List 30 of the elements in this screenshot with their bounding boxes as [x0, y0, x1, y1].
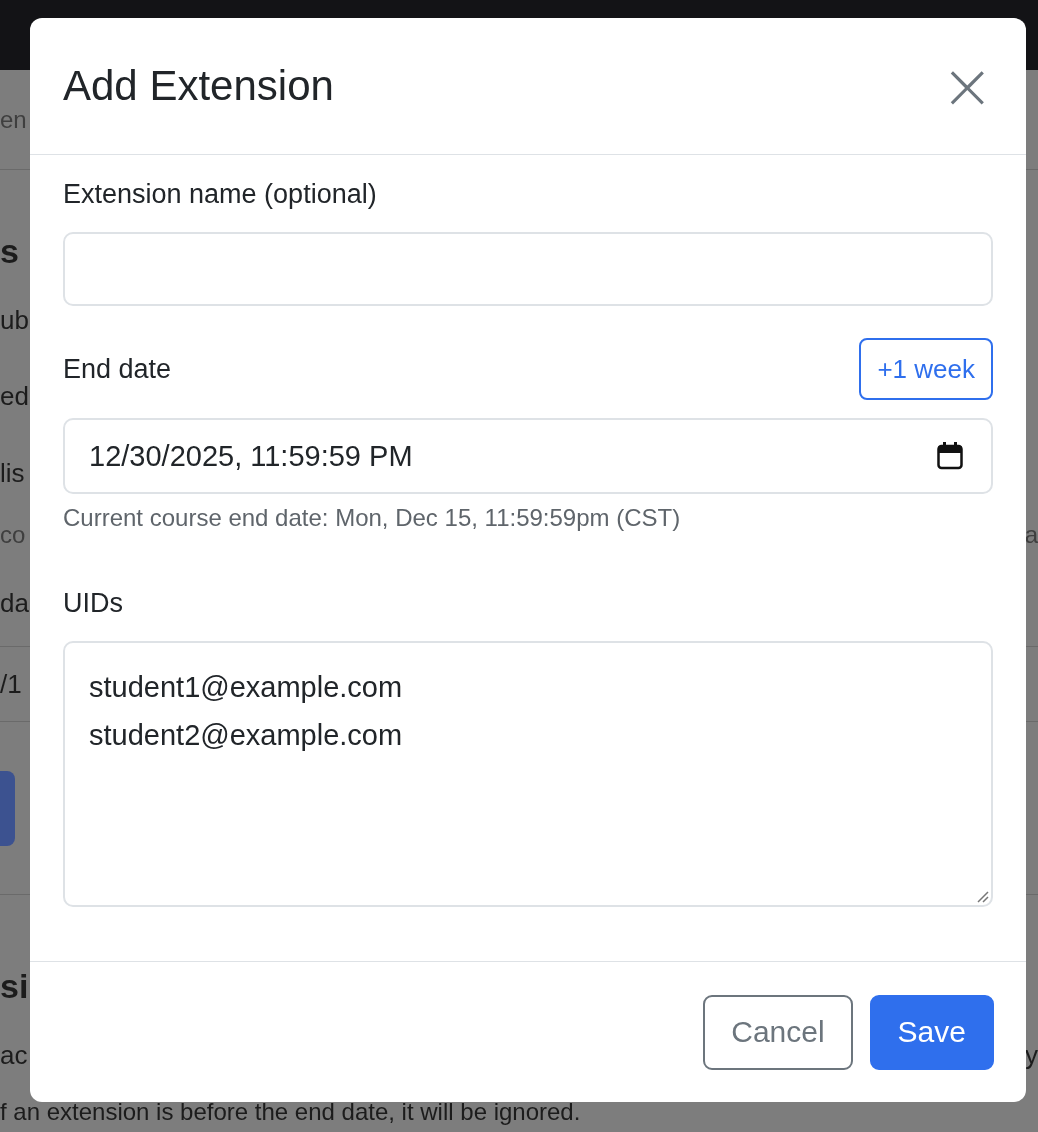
- uids-textarea[interactable]: student1@example.com student2@example.com: [63, 641, 993, 907]
- cancel-button[interactable]: Cancel: [703, 994, 853, 1070]
- background-text: ac: [0, 1039, 28, 1071]
- background-text: lis: [0, 458, 25, 489]
- section-heading: si: [0, 967, 29, 1006]
- add-week-button[interactable]: +1 week: [859, 338, 993, 400]
- background-text: co: [0, 521, 26, 549]
- background-text: y: [1025, 1039, 1038, 1071]
- textarea-line: student1@example.com: [89, 670, 404, 705]
- help-text: Current course end date: Mon, Dec 15, 11:59:59pm (CST): [63, 504, 682, 532]
- date-value: 12/30/2025, 11:59:59 PM: [89, 439, 413, 473]
- field-label: Extension name (optional): [63, 179, 378, 210]
- modal-title: Add Extension: [63, 62, 334, 110]
- calendar-icon[interactable]: [937, 442, 963, 470]
- field-label: End date: [63, 353, 172, 385]
- field-label: UIDs: [63, 588, 124, 619]
- save-button[interactable]: Save: [869, 994, 994, 1070]
- resize-handle-icon[interactable]: [975, 889, 989, 903]
- background-text: a: [1024, 521, 1038, 549]
- background-text: ed: [0, 380, 29, 412]
- background-text: ub: [0, 304, 29, 336]
- section-heading: s: [0, 232, 19, 271]
- extension-name-field[interactable]: [63, 232, 993, 306]
- background-text: /1: [0, 668, 22, 700]
- background-text: f an extension is before the end date, it will be ignored.: [0, 1098, 581, 1126]
- background-text: da: [0, 587, 29, 619]
- background-text: en: [0, 105, 27, 134]
- textarea-line: student2@example.com: [89, 718, 404, 753]
- end-date-field[interactable]: 12/30/2025, 11:59:59 PM: [63, 418, 993, 494]
- close-button[interactable]: ×: [936, 56, 998, 116]
